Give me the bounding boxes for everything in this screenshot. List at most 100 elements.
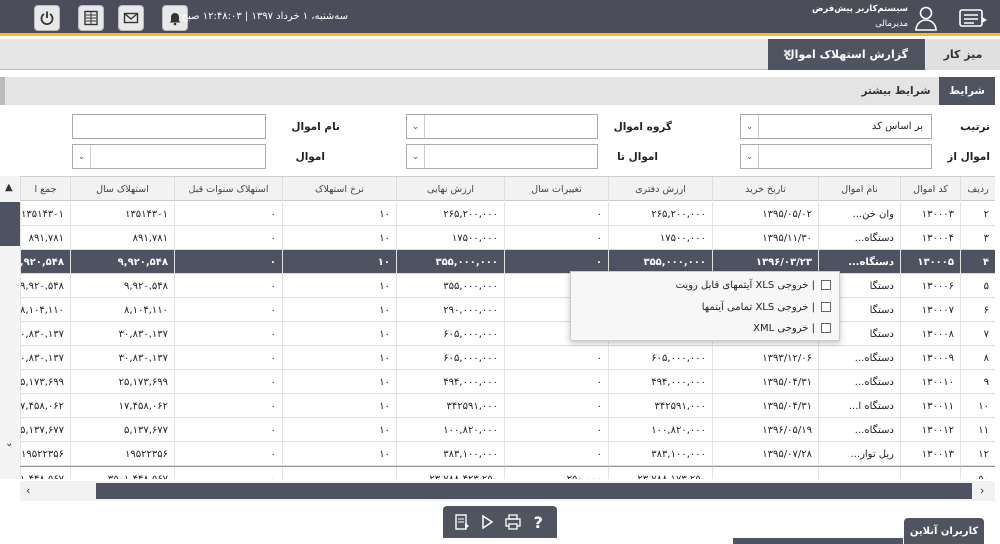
table-cell: ۰ (174, 322, 282, 346)
tab-more-conditions[interactable]: شرایط بیشتر (853, 77, 939, 105)
chevron-down-icon[interactable]: ⌄ (407, 145, 425, 168)
tab-desk[interactable]: میز کار (926, 39, 1000, 70)
table-cell: ۳۰,۸۳۰,۱۳۷ (70, 346, 174, 370)
column-header[interactable]: تاریخ خرید (712, 177, 818, 201)
table-cell: ۱۳۰۰۰۴ (900, 226, 960, 250)
menu-item-label: | خروجی XLS تمامی آیتمها (701, 301, 815, 313)
column-header[interactable]: استهلاک سال (70, 177, 174, 201)
table-cell: ۷ (960, 322, 995, 346)
table-row[interactable]: ۲ ۱۳۰۰۰۳ وان خن... ۱۳۹۵/۰۵/۰۲ ۲۶۵,۲۰۰,۰۰۰ ۰ ۲۶… (20, 202, 995, 226)
table-cell: ۳۰,۸۳۰,۱۳۷ (20, 346, 70, 370)
play-icon[interactable] (476, 511, 498, 533)
horizontal-scrollbar[interactable]: ‹ › (20, 481, 995, 501)
table-cell: ۰ (174, 467, 282, 479)
menu-item-export-xls-visible[interactable]: | خروجی XLS آیتمهای قابل رویت (676, 275, 831, 295)
vertical-scroll-thumb[interactable] (0, 202, 20, 246)
chevron-down-icon[interactable]: ⌄ (741, 145, 759, 168)
chevron-down-icon[interactable]: ⌄ (73, 145, 91, 168)
column-header[interactable]: نام اموال (818, 177, 900, 201)
table-cell: ۴۹۴,۰۰۰,۰۰۰ (608, 370, 712, 394)
column-header[interactable]: ارزش دفتری (608, 177, 712, 201)
menu-item-export-xml[interactable]: | خروجی XML (753, 318, 831, 338)
table-cell: ۱۰ (282, 322, 396, 346)
table-cell: ۰ (174, 274, 282, 298)
table-cell: وان خن... (818, 202, 900, 226)
table-row[interactable]: ۶ ۱۳۰۰۰۷ دستگا ۲۹۰,۰۰۰,۰۰۰ ۱۰ ۰ ۸,۱۰۴,۱۱۰ ۸,۱۰۴… (20, 298, 995, 322)
user-icon[interactable] (914, 5, 938, 31)
table-cell: ۰ (174, 250, 282, 274)
export-context-menu: | خروجی XLS آیتمهای قابل رویت | خروجی XL… (570, 271, 840, 341)
table-cell: ۱۳۵۱۴۳۰۱ (70, 202, 174, 226)
table-cell: ۱۰ (282, 346, 396, 370)
table-cell: ۰ (174, 418, 282, 442)
scroll-right-icon[interactable]: › (980, 484, 984, 497)
table-cell: ۱۷,۴۵۸,۰۶۲ (70, 394, 174, 418)
help-glyph: ? (533, 512, 543, 532)
mail-icon[interactable] (118, 5, 144, 31)
print-icon[interactable] (502, 511, 524, 533)
table-cell: ۳۴۲۵۹۱,۰۰۰ (396, 394, 504, 418)
scroll-down-icon[interactable]: ⌄ (5, 438, 13, 449)
close-icon[interactable]: ✖ (782, 48, 792, 59)
chevron-down-icon[interactable]: ⌄ (741, 115, 759, 138)
asset-name-input[interactable] (72, 114, 266, 139)
xls-file-icon (821, 302, 831, 312)
table-row[interactable]: ۱۰ ۱۳۰۰۱۱ دستگاه ا... ۱۳۹۵/۰۴/۳۱ ۳۴۲۵۹۱,۰۰۰ ۰… (20, 394, 995, 418)
power-icon[interactable] (34, 5, 60, 31)
scroll-left-icon[interactable]: ‹ (26, 484, 30, 497)
table-cell (818, 467, 900, 479)
chevron-down-icon[interactable]: ⌄ (407, 115, 425, 138)
column-header[interactable]: تغییرات سال (504, 177, 608, 201)
online-users-divider (733, 538, 903, 544)
table-cell: ۱۲ (960, 442, 995, 466)
table-cell: ۲۵,۱۷۳,۶۹۹ (70, 370, 174, 394)
table-row[interactable]: ۷۱۳۰۰۰۸دستگا۶۰۵,۰۰۰,۰۰۰۱۰۰۳۰,۸۳۰,۱۳۷۳۰,۸… (20, 322, 995, 346)
column-header[interactable]: کد اموال (900, 177, 960, 201)
table-cell: ۵ (960, 274, 995, 298)
sort-label: ترتیب (960, 121, 990, 133)
table-cell: ۱۳۹۵/۰۴/۳۱ (712, 394, 818, 418)
asset-select[interactable]: ⌄ (72, 144, 266, 169)
scroll-up-icon[interactable]: ▲ (5, 182, 13, 193)
table-row[interactable]: ۹ ۱۳۰۰۱۰ دستگاه... ۱۳۹۵/۰۴/۳۱ ۴۹۴,۰۰۰,۰۰۰ ۰ ۴۹… (20, 370, 995, 394)
table-row[interactable]: ۱۲ ۱۳۰۰۱۳ ریل توار... ۱۳۹۵/۰۷/۲۸ ۳۸۳,۱۰۰,۰۰۰… (20, 442, 995, 466)
table-row[interactable]: ۴ ۱۳۰۰۰۵ دستگاه... ۱۳۹۶/۰۳/۲۳ ۳۵۵,۰۰۰,۰۰۰ ۰ ۳۵… (20, 250, 995, 274)
table-cell: ۹,۹۲۰,۵۴۸ (20, 274, 70, 298)
menu-item-export-xls-all[interactable]: | خروجی XLS تمامی آیتمها (702, 297, 831, 317)
table-cell: ۱۰ (282, 202, 396, 226)
column-header[interactable]: نرخ استهلاک (282, 177, 396, 201)
group-select[interactable]: ⌄ (406, 114, 598, 139)
table-cell: ۸,۱۰۴,۱۱۰ (20, 298, 70, 322)
table-cell: ۱۰۰,۸۲۰,۰۰۰ (396, 418, 504, 442)
export-icon[interactable] (451, 511, 473, 533)
table-row[interactable]: ۸ ۱۳۰۰۰۹ دستگاه... ۱۳۹۳/۱۲/۰۶ ۶۰۵,۰۰۰,۰۰۰ ۰ ۶۰… (20, 346, 995, 370)
table-cell: ۱۳۰۰۰۵ (900, 250, 960, 274)
menu-icon[interactable] (958, 8, 988, 28)
table-row[interactable]: ۱۱ ۱۳۰۰۱۲ دستگاه... ۱۳۹۶/۰۵/۱۹ ۱۰۰,۸۲۰,۰۰۰ ۰ ۱… (20, 418, 995, 442)
table-summary-row[interactable]: ۵۰ ۲۳,۷۸۸,۱۷۳,۲۵۰ ۲۵۰,۰۰۰ ۲۳,۷۸۸,۴۲۳,۲۵۰ ۰ ۳۵… (20, 466, 995, 479)
report-icon[interactable] (78, 5, 104, 31)
tab-depreciation-report[interactable]: گزارش استهلاک اموال ✖ (768, 39, 925, 70)
vertical-scrollbar[interactable]: ▲ ⌄ (0, 176, 20, 479)
asset-from-select[interactable]: ⌄ (740, 144, 932, 169)
table-cell: ۴۹۴,۰۰۰,۰۰۰ (396, 370, 504, 394)
table-header: ردیف کد اموال نام اموال تاریخ خرید ارزش دفتر… (20, 177, 995, 201)
table-cell: ۳۵۰۱,۴۴۸,۵۶۷ (20, 467, 70, 479)
help-icon[interactable]: ? (527, 511, 549, 533)
table-row[interactable]: ۳ ۱۳۰۰۰۴ دستگاه... ۱۳۹۵/۱۱/۳۰ ۱۷۵۰۰,۰۰۰ ۰ ۱۷۵۰… (20, 226, 995, 250)
asset-to-select[interactable]: ⌄ (406, 144, 598, 169)
table-cell: ۱۹۵۲۲۳۵۶ (70, 442, 174, 466)
group-label: گروه اموال (613, 121, 672, 133)
online-users-button[interactable]: کاربران آنلاین (904, 518, 984, 544)
horizontal-scroll-thumb[interactable] (96, 483, 972, 499)
table-cell: ۱۳۰۰۰۸ (900, 322, 960, 346)
column-header[interactable]: جمع ا (20, 177, 70, 201)
tab-conditions[interactable]: شرایط (939, 77, 995, 105)
sort-select[interactable]: بر اساس کد ⌄ (740, 114, 932, 139)
asset-name-label: نام اموال (291, 121, 340, 133)
column-header[interactable]: ارزش نهایی (396, 177, 504, 201)
table-row[interactable]: ۵ ۱۳۰۰۰۶ دستگا ۳۵۵,۰۰۰,۰۰۰ ۱۰ ۰ ۹,۹۲۰,۵۴۸ ۹,۹۲۰… (20, 274, 995, 298)
table-cell: ۱۰ (282, 274, 396, 298)
column-header[interactable]: ردیف (960, 177, 995, 201)
column-header[interactable]: استهلاک سنوات قبل (174, 177, 282, 201)
